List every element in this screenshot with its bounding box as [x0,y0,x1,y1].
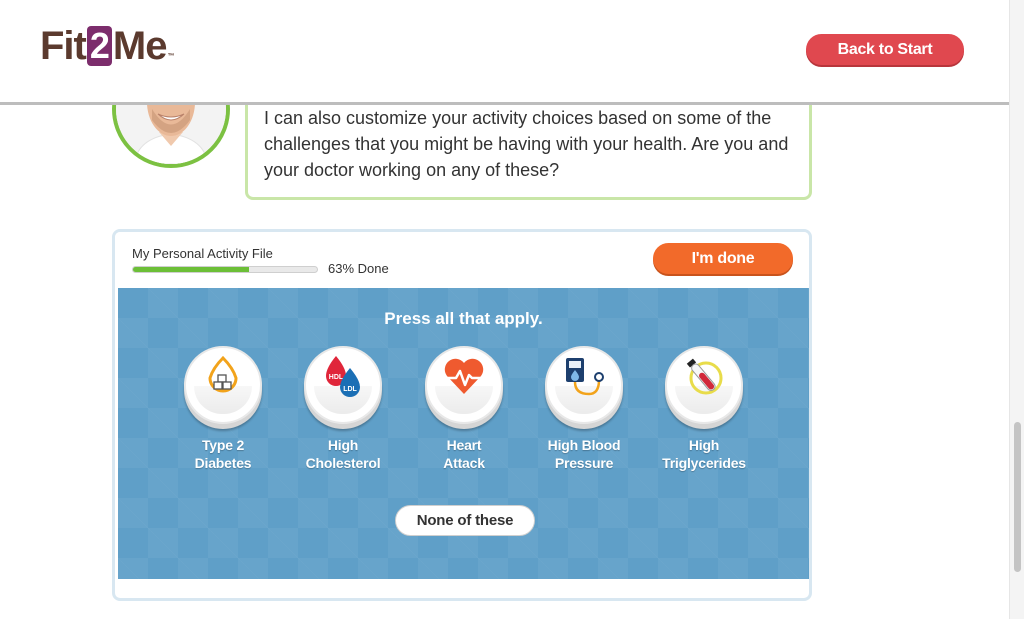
option-label-line2: Diabetes [194,455,252,471]
option-label: Heart Attack [409,436,519,472]
blood-pressure-monitor-icon [566,358,604,396]
progress-text: 63% Done [328,261,389,276]
option-button-circle[interactable] [665,346,743,424]
ldl-text: LDL [343,386,357,393]
activity-file-bar: My Personal Activity File 63% Done I'm d… [115,232,809,288]
instruction-text: Press all that apply. [384,309,543,328]
option-label-line1: High Blood [547,437,621,453]
logo-text-2: 2 [86,26,112,66]
cholesterol-drops-icon: HDL LDL [326,356,360,397]
option-label-line1: High [327,437,359,453]
progress-bar-fill [133,267,249,272]
logo-trademark: ™ [167,53,174,60]
hdl-text: HDL [329,374,344,381]
option-label-line2: Attack [443,455,485,471]
activity-file-title: My Personal Activity File [132,246,273,261]
option-label: High Triglycerides [649,436,759,472]
option-high-triglycerides[interactable]: High Triglycerides [649,346,759,472]
option-high-cholesterol[interactable]: HDL LDL High Cholesterol [288,346,398,472]
option-label: High Cholesterol [288,436,398,472]
option-label-line1: Heart [446,437,482,453]
page: Fit 2 Me ™ Back to Start I can also customi… [0,0,1024,619]
option-high-blood-pressure[interactable]: High Blood Pressure [529,346,639,472]
option-button-circle[interactable]: HDL LDL [304,346,382,424]
option-button-circle[interactable] [545,346,623,424]
progress-bar [132,266,318,273]
im-done-button[interactable]: I'm done [653,243,793,274]
option-button-circle[interactable] [184,346,262,424]
activity-panel: My Personal Activity File 63% Done I'm d… [112,229,812,601]
option-label-line1: High [688,437,720,453]
coach-speech-bubble: I can also customize your activity choic… [245,86,812,200]
heart-pulse-icon [444,358,484,394]
option-label-line2: Cholesterol [305,455,381,471]
scrollbar-thumb[interactable] [1014,422,1021,572]
logo-text-me: Me [112,23,168,68]
option-type-2-diabetes[interactable]: Type 2 Diabetes [168,346,278,472]
none-of-these-button[interactable]: None of these [395,505,535,536]
option-label-line1: Type 2 [201,437,245,453]
option-heart-attack[interactable]: Heart Attack [409,346,519,472]
test-tube-icon [686,358,723,395]
logo-text-fit: Fit [40,23,87,68]
fit2me-logo[interactable]: Fit 2 Me ™ [40,23,174,68]
question-area: Press all that apply. Type 2 Diabetes HD… [118,288,809,579]
back-to-start-button[interactable]: Back to Start [806,34,964,65]
option-label: Type 2 Diabetes [168,436,278,472]
option-label-line2: Pressure [554,455,614,471]
option-label-line2: Triglycerides [662,455,746,471]
coach-message: I can also customize your activity choic… [264,108,789,180]
header: Fit 2 Me ™ Back to Start [0,0,1009,102]
page-scrollbar[interactable] [1009,0,1024,619]
option-label: High Blood Pressure [529,436,639,472]
sugar-cubes-icon [208,355,238,393]
option-button-circle[interactable] [425,346,503,424]
